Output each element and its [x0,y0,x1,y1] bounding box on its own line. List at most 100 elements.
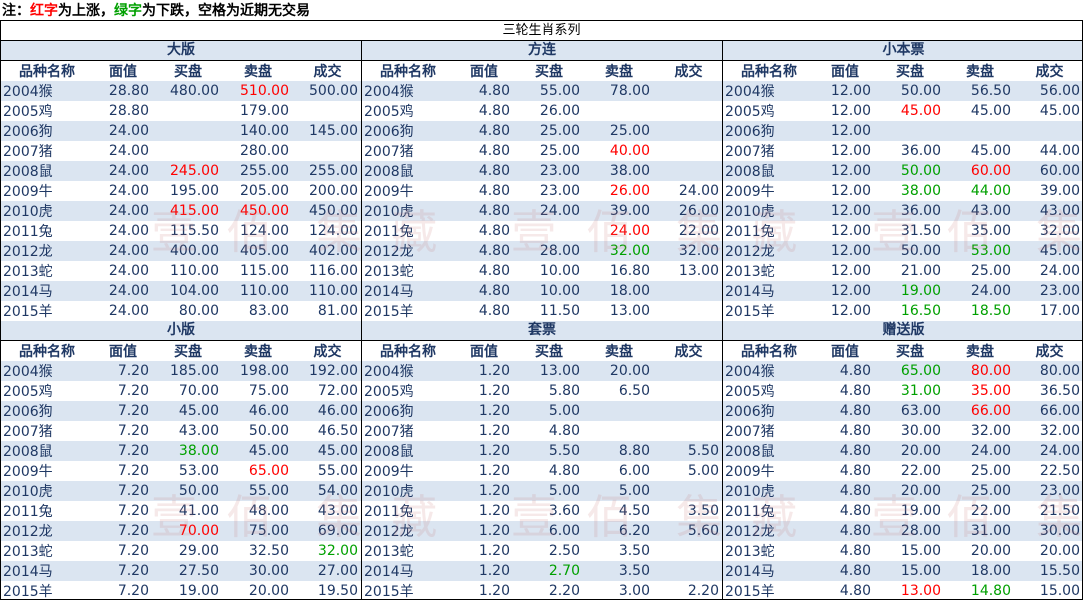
cell-ask: 110.00 [223,281,293,301]
cell-face: 4.80 [454,201,514,221]
cell-bid: 36.00 [875,141,945,161]
table-row: 2011兔 4.80 24.00 22.00 [362,221,722,241]
cell-deal: 17.00 [1015,301,1082,321]
cell-ask: 24.00 [945,281,1015,301]
table-row: 2006狗 4.80 63.00 66.00 66.00 [723,401,1082,421]
cell-name: 2011兔 [723,501,815,521]
table-row: 2006狗 12.00 [723,121,1082,141]
cell-deal: 45.00 [293,441,361,461]
cell-bid: 110.00 [153,261,223,281]
cell-name: 2005鸡 [362,381,454,401]
cell-bid: 25.00 [514,121,584,141]
column-header: 成交 [1015,61,1082,81]
cell-ask: 25.00 [945,261,1015,281]
column-header: 品种名称 [1,61,93,81]
cell-deal: 110.00 [293,281,361,301]
cell-deal: 56.00 [1015,81,1082,101]
cell-ask [584,421,654,441]
cell-bid: 115.50 [153,221,223,241]
cell-name: 2011兔 [362,221,454,241]
cell-name: 2010虎 [362,481,454,501]
cell-name: 2005鸡 [723,101,815,121]
cell-ask: 43.00 [945,201,1015,221]
cell-name: 2008鼠 [362,441,454,461]
cell-ask: 45.00 [945,101,1015,121]
column-header: 成交 [293,341,361,361]
cell-ask: 6.00 [584,461,654,481]
section-title: 大版 [1,41,361,61]
cell-bid: 5.50 [514,441,584,461]
cell-ask: 4.50 [584,501,654,521]
cell-name: 2004猴 [723,361,815,381]
cell-face: 1.20 [454,501,514,521]
column-header: 品种名称 [362,341,454,361]
cell-deal: 60.00 [1015,161,1082,181]
cell-name: 2007猪 [1,141,93,161]
cell-deal: 2.20 [654,581,722,599]
cell-ask: 48.00 [223,501,293,521]
table-row: 2004猴 1.20 13.00 20.00 [362,361,722,381]
cell-bid: 3.60 [514,501,584,521]
cell-ask: 13.00 [584,301,654,321]
cell-bid: 45.00 [153,401,223,421]
cell-name: 2013蛇 [723,541,815,561]
cell-face: 4.80 [454,301,514,321]
cell-ask: 38.00 [584,161,654,181]
table-row: 2009牛 1.20 4.80 6.00 5.00 [362,461,722,481]
cell-bid: 195.00 [153,181,223,201]
table-row: 2014马 4.80 15.00 18.00 15.50 [723,561,1082,581]
cell-ask [945,121,1015,141]
cell-ask: 83.00 [223,301,293,321]
cell-face: 7.20 [93,481,153,501]
cell-bid: 30.00 [875,421,945,441]
cell-name: 2013蛇 [362,541,454,561]
column-header: 成交 [654,61,722,81]
cell-ask: 8.80 [584,441,654,461]
table-row: 2004猴 12.00 50.00 56.50 56.00 [723,81,1082,101]
cell-name: 2004猴 [1,81,93,101]
cell-deal [1015,121,1082,141]
cell-bid: 43.00 [153,421,223,441]
cell-bid: 15.00 [875,561,945,581]
cell-deal: 80.00 [1015,361,1082,381]
cell-ask: 25.00 [945,461,1015,481]
cell-deal: 45.00 [1015,101,1082,121]
cell-ask: 75.00 [223,521,293,541]
table-row: 2013蛇 4.80 15.00 20.00 20.00 [723,541,1082,561]
table-row: 2006狗 1.20 5.00 [362,401,722,421]
cell-face: 7.20 [93,401,153,421]
header-row: 品种名称 面值 买盘 卖盘 成交 [362,341,722,361]
cell-bid: 24.00 [514,201,584,221]
cell-deal [293,101,361,121]
cell-name: 2009牛 [362,181,454,201]
cell-name: 2008鼠 [362,161,454,181]
cell-name: 2009牛 [723,461,815,481]
table-row: 2012龙 4.80 28.00 31.00 30.00 [723,521,1082,541]
cell-name: 2005鸡 [1,101,93,121]
cell-face: 7.20 [93,441,153,461]
cell-deal: 23.00 [1015,481,1082,501]
cell-deal [654,101,722,121]
table-row: 2007猪 1.20 4.80 [362,421,722,441]
cell-bid: 65.00 [875,361,945,381]
cell-ask: 22.00 [945,501,1015,521]
table-row: 2010虎 4.80 24.00 39.00 26.00 [362,201,722,221]
cell-name: 2010虎 [1,481,93,501]
table-row: 2005鸡 28.80 179.00 [1,101,361,121]
cell-deal: 55.00 [293,461,361,481]
cell-bid: 245.00 [153,161,223,181]
cell-bid: 15.00 [875,541,945,561]
cell-deal: 32.00 [654,241,722,261]
cell-name: 2009牛 [362,461,454,481]
column-header: 买盘 [875,341,945,361]
cell-name: 2004猴 [1,361,93,381]
cell-face: 1.20 [454,481,514,501]
cell-deal [654,381,722,401]
cell-deal: 24.00 [1015,441,1082,461]
table-row: 2008鼠 4.80 20.00 24.00 24.00 [723,441,1082,461]
cell-bid: 10.00 [514,281,584,301]
table-row: 2014马 12.00 19.00 24.00 23.00 [723,281,1082,301]
cell-name: 2010虎 [362,201,454,221]
cell-ask: 30.00 [223,561,293,581]
cell-bid: 11.50 [514,301,584,321]
